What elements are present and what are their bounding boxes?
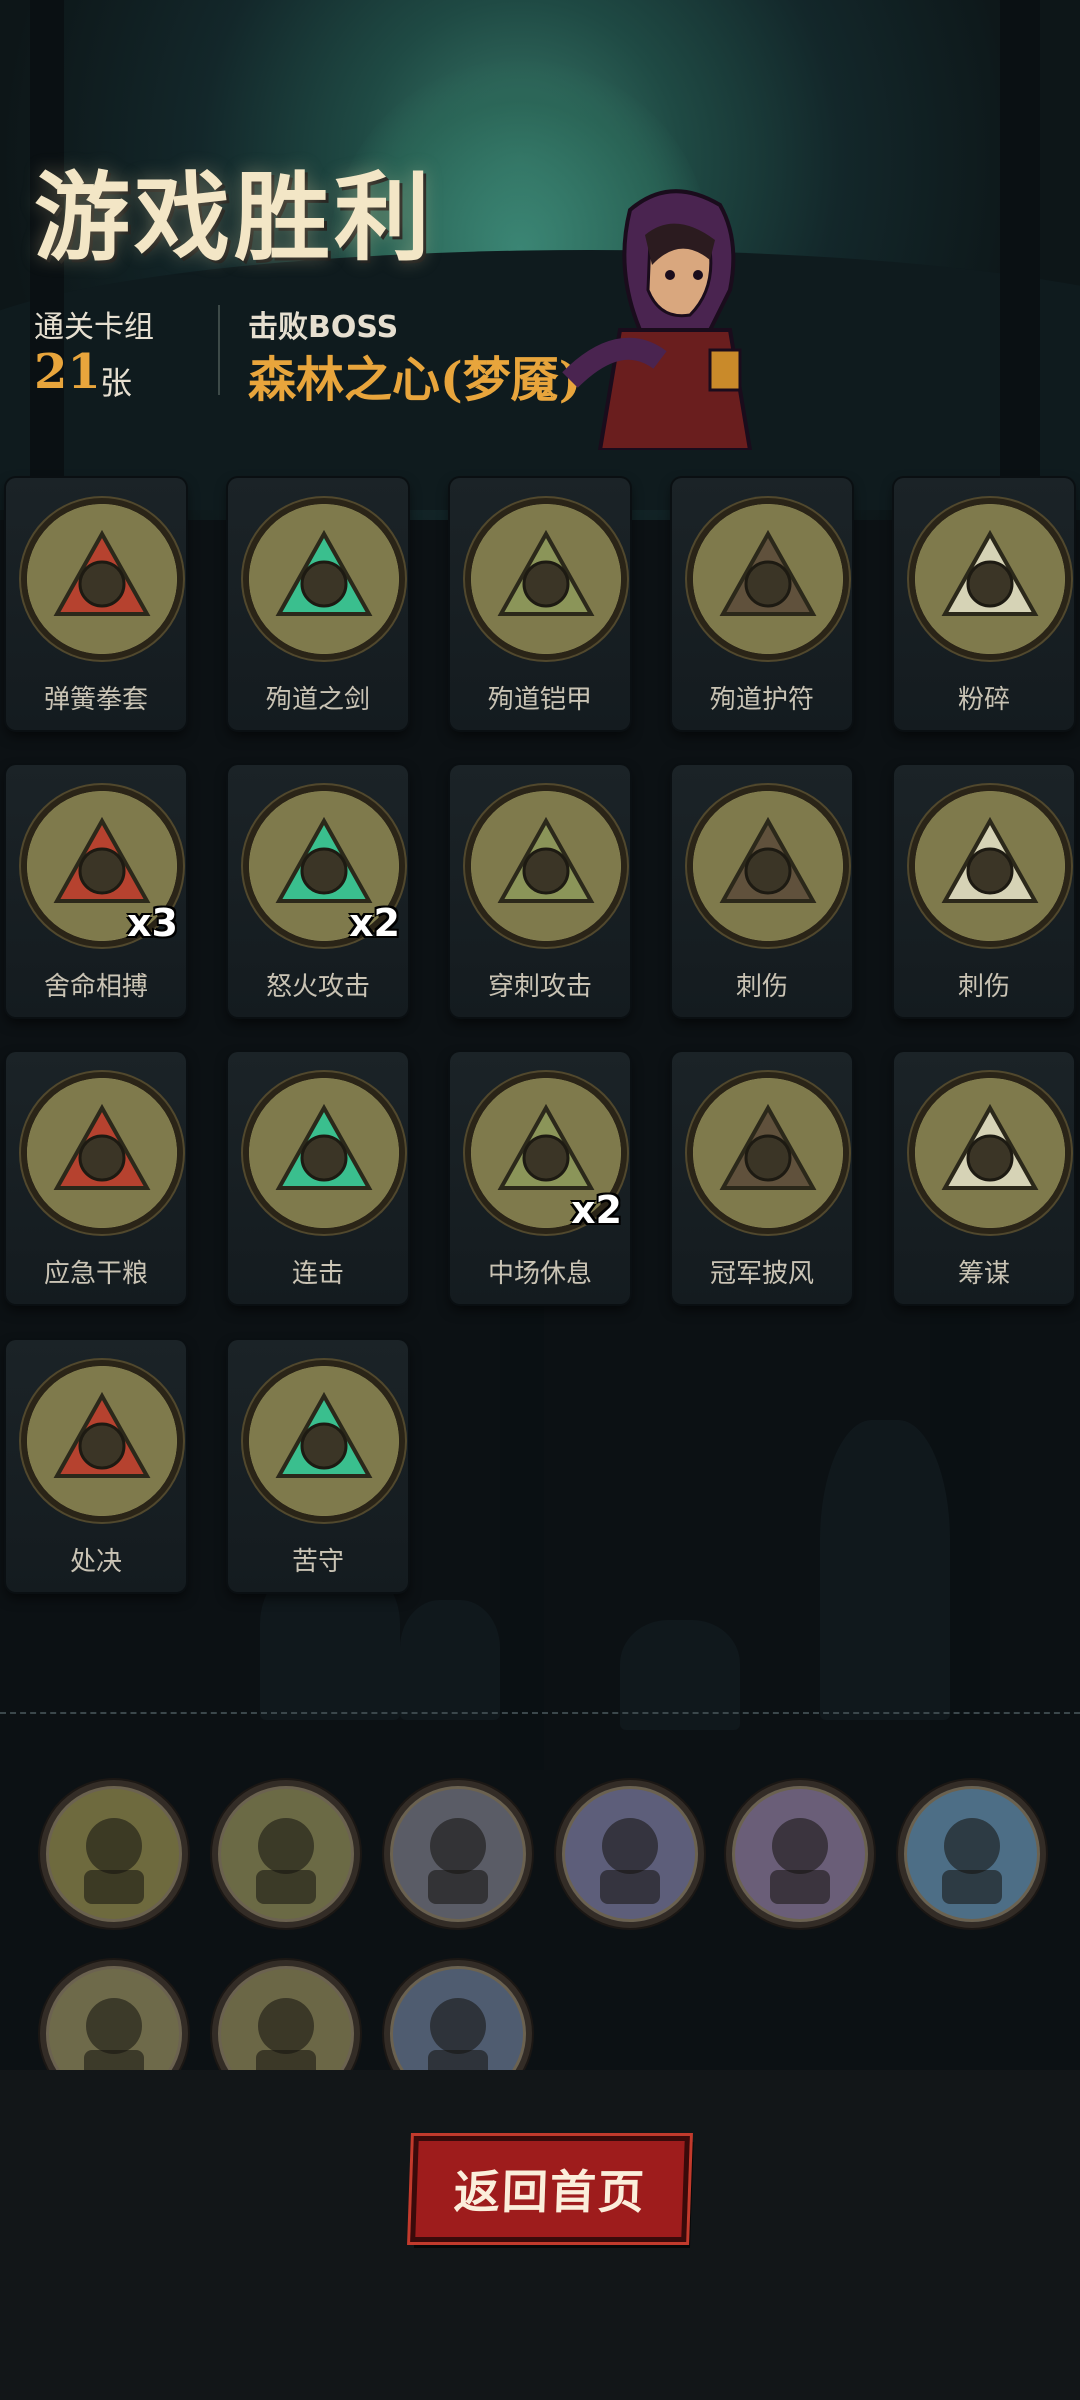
card[interactable]: 冠军披风 [672,1052,852,1304]
combo-icon [243,1072,405,1234]
card-name: 冠军披风 [709,1259,814,1289]
card[interactable]: 弹簧拳套 [6,478,186,730]
card[interactable]: 刺伤 [894,765,1074,1017]
campfire-knight-relic-icon[interactable] [212,1780,360,1928]
card-name: 应急干粮 [43,1259,148,1289]
card[interactable]: 殉道铠甲 [450,478,630,730]
wolf-rider-relic-icon[interactable] [556,1780,704,1928]
martyr-sword-icon [243,498,405,660]
card[interactable]: 苦守 [228,1340,408,1592]
deck-label: 通关卡组 [34,310,154,345]
card-name: 弹簧拳套 [43,685,148,715]
card[interactable]: 刺伤 [672,765,852,1017]
stab-icon [909,785,1071,947]
ration-icon [21,1072,183,1234]
beast-skull-relic-icon[interactable] [40,1780,188,1928]
card-multiplier: x2 [349,901,400,945]
martyr-amulet-icon [687,498,849,660]
return-home-label: 返回首页 [452,2165,647,2219]
card-name: 怒火攻击 [265,972,370,1002]
card-name: 筹谋 [957,1259,1010,1289]
card-name: 中场休息 [487,1259,592,1289]
deck-unit: 张 [100,364,133,402]
card[interactable]: 殉道护符 [672,478,852,730]
card-name: 刺伤 [735,972,788,1002]
card-name: 苦守 [291,1547,344,1577]
spring-glove-icon [21,498,183,660]
hero-portrait [560,180,780,450]
card-name: 殉道之剑 [265,685,370,715]
card[interactable]: 怒火攻击 x2 [228,765,408,1017]
tree-trunk [1000,0,1040,560]
boss-name: 森林之心(梦魇) [248,352,582,408]
page-title: 游戏胜利 [34,161,434,274]
deck-count: 21 [34,344,101,400]
card[interactable]: 粉碎 [894,478,1074,730]
smash-icon [909,498,1071,660]
card-name: 舍命相搏 [43,972,148,1002]
card[interactable]: 中场休息 x2 [450,1052,630,1304]
card[interactable]: 连击 [228,1052,408,1304]
champion-cloak-icon [687,1072,849,1234]
pierce-attack-icon [465,785,627,947]
dagger-relic-icon[interactable] [898,1780,1046,1928]
stat-divider [218,305,220,395]
return-home-button[interactable]: 返回首页 [410,2136,690,2242]
card[interactable]: 应急干粮 [6,1052,186,1304]
card[interactable]: 筹谋 [894,1052,1074,1304]
card[interactable]: 舍命相搏 x3 [6,765,186,1017]
martyr-armor-icon [465,498,627,660]
rock-silhouette [820,1420,950,1720]
execute-icon [21,1360,183,1522]
vampire-relic-icon[interactable] [726,1780,874,1928]
section-divider [0,1712,1080,1714]
card[interactable]: 处决 [6,1340,186,1592]
card-name: 殉道护符 [709,685,814,715]
card-name: 穿刺攻击 [487,972,592,1002]
card-name: 殉道铠甲 [487,685,592,715]
tree-trunk [500,1250,544,1770]
bleeding-fist-relic-icon[interactable] [384,1780,532,1928]
card-name: 处决 [69,1547,122,1577]
card-name: 连击 [291,1259,344,1289]
card-name: 刺伤 [957,972,1010,1002]
card-multiplier: x3 [127,901,178,945]
card-multiplier: x2 [571,1188,622,1232]
scheme-icon [909,1072,1071,1234]
card[interactable]: 殉道之剑 [228,478,408,730]
card-name: 粉碎 [957,685,1010,715]
rock-silhouette [400,1600,500,1720]
hold-out-icon [243,1360,405,1522]
card[interactable]: 穿刺攻击 [450,765,630,1017]
stab-icon [687,785,849,947]
